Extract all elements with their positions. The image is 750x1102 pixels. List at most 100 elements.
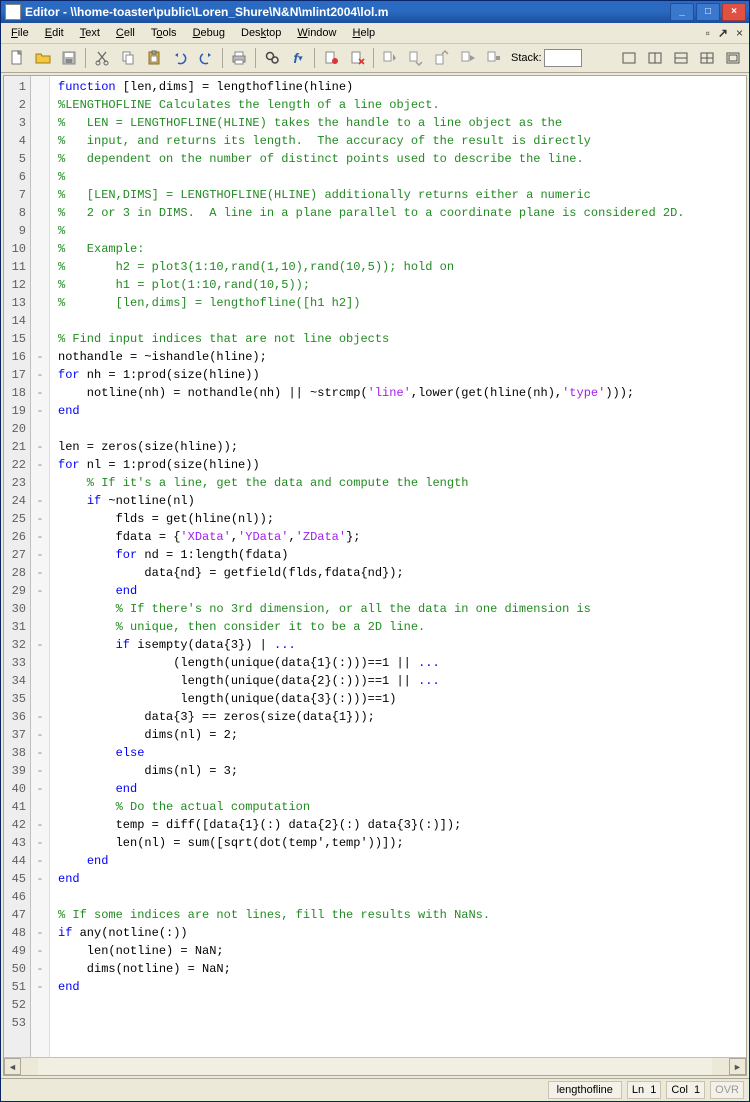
exec-marker[interactable]: - <box>31 456 49 474</box>
line-number[interactable]: 41 <box>4 798 30 816</box>
exec-marker[interactable] <box>31 420 49 438</box>
step-out-button[interactable] <box>430 46 454 70</box>
line-number[interactable]: 31 <box>4 618 30 636</box>
line-number[interactable]: 26 <box>4 528 30 546</box>
code-line[interactable]: end <box>58 852 746 870</box>
code-line[interactable] <box>58 996 746 1014</box>
code-line[interactable]: % <box>58 222 746 240</box>
exec-marker[interactable]: - <box>31 762 49 780</box>
line-number[interactable]: 30 <box>4 600 30 618</box>
code-line[interactable]: if any(notline(:)) <box>58 924 746 942</box>
exec-marker[interactable] <box>31 222 49 240</box>
set-breakpoint-button[interactable] <box>319 46 343 70</box>
menu-edit[interactable]: Edit <box>37 25 72 41</box>
line-number[interactable]: 16 <box>4 348 30 366</box>
line-number[interactable]: 21 <box>4 438 30 456</box>
code-line[interactable]: end <box>58 870 746 888</box>
menu-close-icon[interactable]: × <box>736 26 743 40</box>
code-line[interactable] <box>58 888 746 906</box>
code-line[interactable]: nothandle = ~ishandle(hline); <box>58 348 746 366</box>
exec-marker[interactable] <box>31 690 49 708</box>
code-line[interactable]: %LENGTHOFLINE Calculates the length of a… <box>58 96 746 114</box>
dock-icon[interactable]: ▫ <box>706 26 710 40</box>
maximize-button[interactable]: □ <box>696 3 720 21</box>
exec-marker[interactable]: - <box>31 366 49 384</box>
exec-marker[interactable] <box>31 294 49 312</box>
exec-marker[interactable] <box>31 618 49 636</box>
line-number[interactable]: 17 <box>4 366 30 384</box>
line-number[interactable]: 29 <box>4 582 30 600</box>
code-line[interactable]: flds = get(hline(nl)); <box>58 510 746 528</box>
exec-marker[interactable] <box>31 186 49 204</box>
code-line[interactable]: else <box>58 744 746 762</box>
exec-marker[interactable]: - <box>31 636 49 654</box>
code-line[interactable]: % If some indices are not lines, fill th… <box>58 906 746 924</box>
exec-marker[interactable]: - <box>31 960 49 978</box>
line-number[interactable]: 49 <box>4 942 30 960</box>
line-number[interactable]: 6 <box>4 168 30 186</box>
line-number[interactable]: 27 <box>4 546 30 564</box>
code-line[interactable]: notline(nh) = nothandle(nh) || ~strcmp('… <box>58 384 746 402</box>
line-number[interactable]: 42 <box>4 816 30 834</box>
exec-marker[interactable] <box>31 96 49 114</box>
line-number[interactable]: 13 <box>4 294 30 312</box>
exec-marker[interactable] <box>31 114 49 132</box>
exec-marker[interactable]: - <box>31 834 49 852</box>
code-line[interactable]: len(nl) = sum([sqrt(dot(temp',temp'))]); <box>58 834 746 852</box>
exec-marker[interactable] <box>31 258 49 276</box>
exec-marker[interactable]: - <box>31 528 49 546</box>
exec-marker[interactable] <box>31 204 49 222</box>
clear-breakpoints-button[interactable] <box>345 46 369 70</box>
redo-button[interactable] <box>194 46 218 70</box>
code-line[interactable]: for nh = 1:prod(size(hline)) <box>58 366 746 384</box>
breakpoint-gutter[interactable]: ---- -- ------ - ----- ---- ---- <box>31 76 50 1057</box>
line-number[interactable]: 36 <box>4 708 30 726</box>
code-line[interactable]: % h1 = plot(1:10,rand(10,5)); <box>58 276 746 294</box>
exec-marker[interactable]: - <box>31 870 49 888</box>
close-button[interactable]: × <box>722 3 746 21</box>
line-number[interactable]: 20 <box>4 420 30 438</box>
exec-marker[interactable]: - <box>31 384 49 402</box>
exec-marker[interactable] <box>31 906 49 924</box>
code-line[interactable]: end <box>58 582 746 600</box>
menu-file[interactable]: File <box>3 25 37 41</box>
exec-marker[interactable]: - <box>31 348 49 366</box>
line-number[interactable]: 14 <box>4 312 30 330</box>
line-number[interactable]: 12 <box>4 276 30 294</box>
line-number[interactable]: 28 <box>4 564 30 582</box>
line-number[interactable]: 50 <box>4 960 30 978</box>
code-line[interactable]: function [len,dims] = lengthofline(hline… <box>58 78 746 96</box>
line-number[interactable]: 24 <box>4 492 30 510</box>
exec-marker[interactable]: - <box>31 708 49 726</box>
undo-button[interactable] <box>168 46 192 70</box>
line-number[interactable]: 52 <box>4 996 30 1014</box>
menu-cell[interactable]: Cell <box>108 25 143 41</box>
code-line[interactable]: len(notline) = NaN; <box>58 942 746 960</box>
menu-help[interactable]: Help <box>345 25 384 41</box>
exec-marker[interactable] <box>31 168 49 186</box>
exec-marker[interactable] <box>31 996 49 1014</box>
exec-marker[interactable] <box>31 276 49 294</box>
code-line[interactable]: (length(unique(data{1}(:)))==1 || ... <box>58 654 746 672</box>
exec-marker[interactable]: - <box>31 726 49 744</box>
code-line[interactable]: if ~notline(nl) <box>58 492 746 510</box>
continue-button[interactable] <box>456 46 480 70</box>
line-number[interactable]: 25 <box>4 510 30 528</box>
code-line[interactable]: dims(nl) = 2; <box>58 726 746 744</box>
horizontal-scrollbar[interactable]: ◄ ► <box>4 1057 746 1075</box>
menu-text[interactable]: Text <box>72 25 108 41</box>
line-number[interactable]: 22 <box>4 456 30 474</box>
exec-marker[interactable] <box>31 240 49 258</box>
line-number[interactable]: 5 <box>4 150 30 168</box>
line-number[interactable]: 53 <box>4 1014 30 1032</box>
exec-marker[interactable] <box>31 672 49 690</box>
line-number[interactable]: 44 <box>4 852 30 870</box>
line-number[interactable]: 15 <box>4 330 30 348</box>
code-line[interactable] <box>58 312 746 330</box>
exit-debug-button[interactable] <box>482 46 506 70</box>
exec-marker[interactable] <box>31 330 49 348</box>
code-line[interactable]: % LEN = LENGTHOFLINE(HLINE) takes the ha… <box>58 114 746 132</box>
exec-marker[interactable] <box>31 132 49 150</box>
hscroll-right-arrow-icon[interactable]: ► <box>729 1058 746 1075</box>
hscroll-track[interactable] <box>38 1058 712 1075</box>
